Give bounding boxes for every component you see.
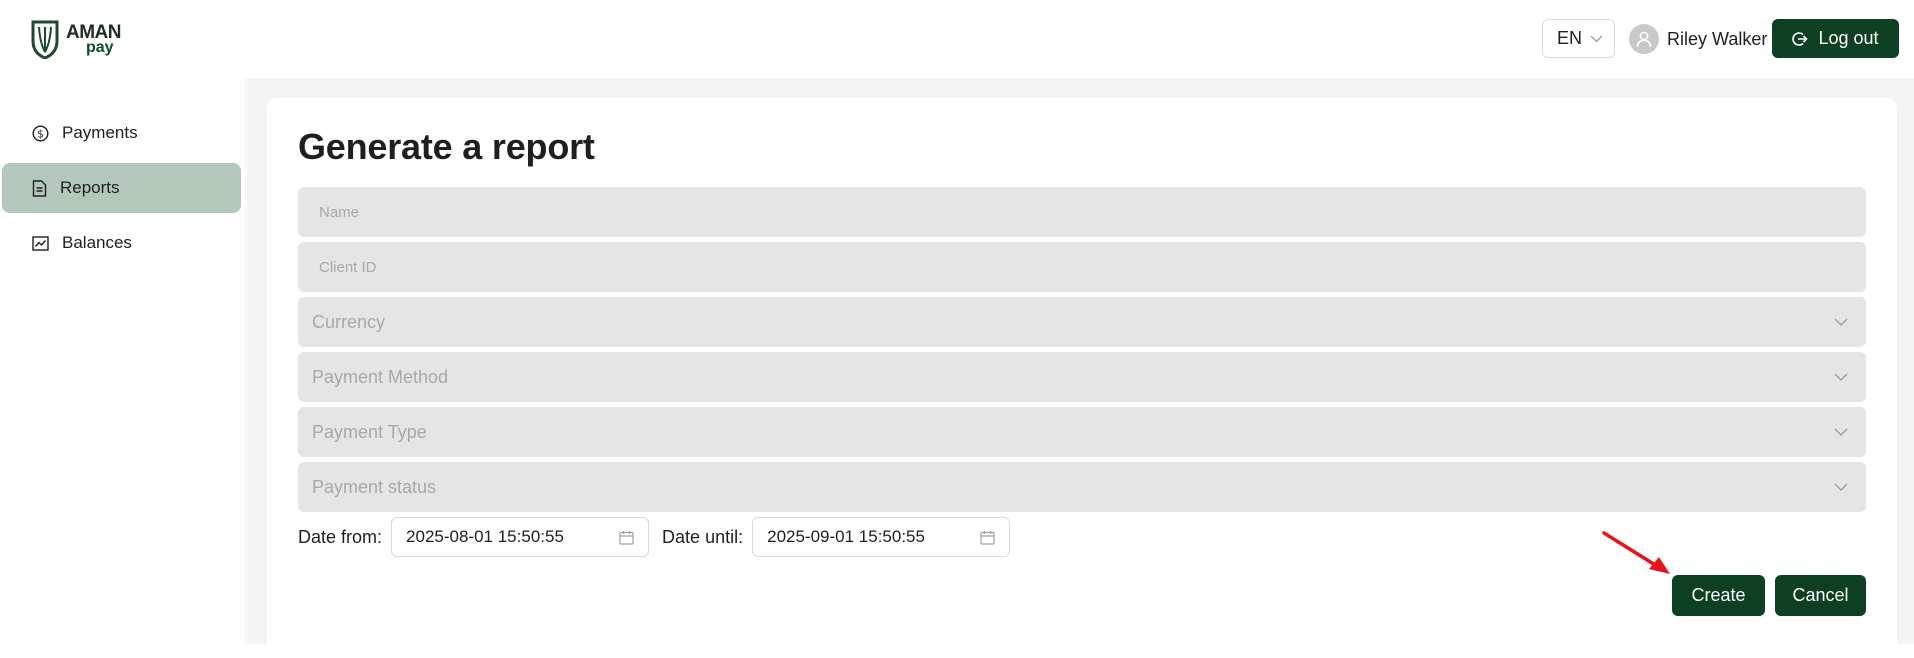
- date-from-label: Date from:: [298, 526, 383, 547]
- date-until-picker[interactable]: 2025-09-01 15:50:55: [752, 517, 1011, 557]
- chevron-down-icon: [1834, 318, 1848, 326]
- currency-placeholder: Currency: [312, 311, 386, 332]
- calendar-icon: [980, 530, 995, 545]
- user-name: Riley Walker: [1667, 28, 1768, 49]
- dollar-circle-icon: $: [32, 124, 49, 142]
- client-id-field[interactable]: [298, 242, 1866, 292]
- name-input[interactable]: [298, 187, 1866, 237]
- chevron-down-icon: [1834, 428, 1848, 436]
- calendar-icon: [619, 530, 634, 545]
- sidebar-item-label: Balances: [62, 233, 132, 252]
- sidebar-item-label: Reports: [60, 178, 120, 197]
- line-chart-icon: [32, 235, 49, 251]
- sidebar-item-reports[interactable]: Reports: [2, 163, 241, 213]
- payment-status-select[interactable]: Payment status: [298, 462, 1866, 512]
- sidebar: $ Payments Reports Balances: [0, 78, 246, 644]
- payment-method-select[interactable]: Payment Method: [298, 352, 1866, 402]
- logout-label: Log out: [1818, 28, 1879, 48]
- aman-pay-logo[interactable]: AMAN pay: [30, 18, 130, 60]
- payment-type-select[interactable]: Payment Type: [298, 407, 1866, 457]
- language-select[interactable]: EN: [1542, 19, 1615, 58]
- sidebar-item-balances[interactable]: Balances: [2, 218, 241, 268]
- language-value: EN: [1557, 28, 1583, 48]
- cancel-button[interactable]: Cancel: [1775, 575, 1866, 616]
- document-icon: [32, 179, 47, 197]
- client-id-input[interactable]: [298, 242, 1866, 292]
- name-field[interactable]: [298, 187, 1866, 237]
- svg-text:$: $: [37, 128, 44, 140]
- sidebar-item-payments[interactable]: $ Payments: [2, 108, 241, 158]
- date-from-picker[interactable]: 2025-08-01 15:50:55: [391, 517, 650, 557]
- payment-status-placeholder: Payment status: [312, 476, 437, 497]
- payment-method-placeholder: Payment Method: [312, 366, 449, 387]
- page-title: Generate a report: [298, 126, 595, 167]
- sidebar-item-label: Payments: [62, 123, 138, 142]
- date-from-value: 2025-08-01 15:50:55: [406, 527, 564, 546]
- avatar: [1629, 24, 1659, 54]
- currency-select[interactable]: Currency: [298, 297, 1866, 347]
- logout-button[interactable]: Log out: [1772, 19, 1899, 58]
- date-range-row: Date from: 2025-08-01 15:50:55 Date unti…: [298, 517, 1023, 557]
- chevron-down-icon: [1834, 373, 1848, 381]
- logout-icon: [1792, 31, 1809, 46]
- annotation-arrow-icon: [1602, 531, 1670, 574]
- user-icon: [1636, 31, 1652, 48]
- chevron-down-icon: [1834, 483, 1848, 491]
- chevron-down-icon: [1590, 35, 1603, 42]
- shield-logo-icon: [31, 20, 59, 59]
- create-button[interactable]: Create: [1672, 575, 1765, 616]
- header: AMAN pay EN Riley Walker Log out: [0, 0, 1914, 78]
- payment-type-placeholder: Payment Type: [312, 421, 427, 442]
- date-until-label: Date until:: [662, 526, 744, 547]
- user-menu[interactable]: Riley Walker: [1629, 21, 1767, 57]
- date-until-value: 2025-09-01 15:50:55: [767, 527, 925, 546]
